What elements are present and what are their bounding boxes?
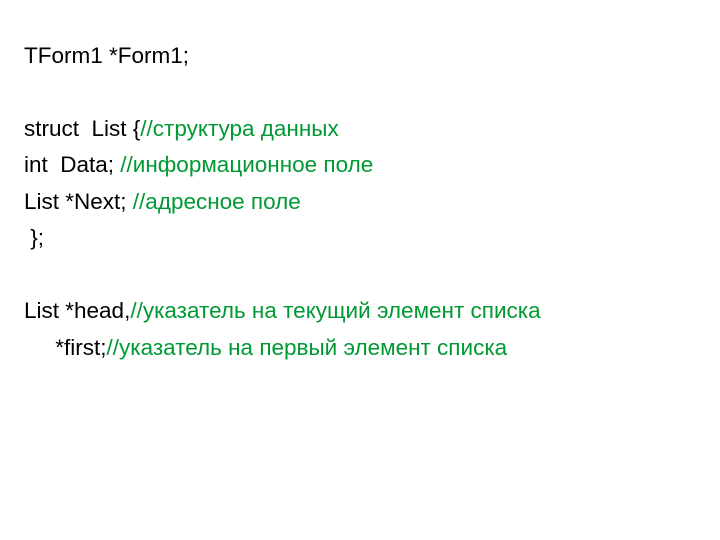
code-line [24,257,696,293]
code-text: }; [24,225,44,250]
code-text: List *Next; [24,189,133,214]
code-comment: //адресное поле [133,189,301,214]
code-comment: //указатель на первый элемент списка [107,335,508,360]
code-line [24,74,696,110]
code-line: List *head,//указатель на текущий элемен… [24,293,696,329]
code-block: TForm1 *Form1; struct List {//структура … [0,0,720,366]
code-text: TForm1 *Form1; [24,43,189,68]
code-text: *first; [24,335,107,360]
code-comment: //структура данных [140,116,338,141]
code-text: int Data; [24,152,120,177]
code-comment: //указатель на текущий элемент списка [130,298,540,323]
code-line: List *Next; //адресное поле [24,184,696,220]
code-line: int Data; //информационное поле [24,147,696,183]
code-text: struct List { [24,116,140,141]
code-comment: //информационное поле [120,152,373,177]
code-line: struct List {//структура данных [24,111,696,147]
code-line: }; [24,220,696,256]
code-text: List *head, [24,298,130,323]
code-line: *first;//указатель на первый элемент спи… [24,330,696,366]
code-line: TForm1 *Form1; [24,38,696,74]
